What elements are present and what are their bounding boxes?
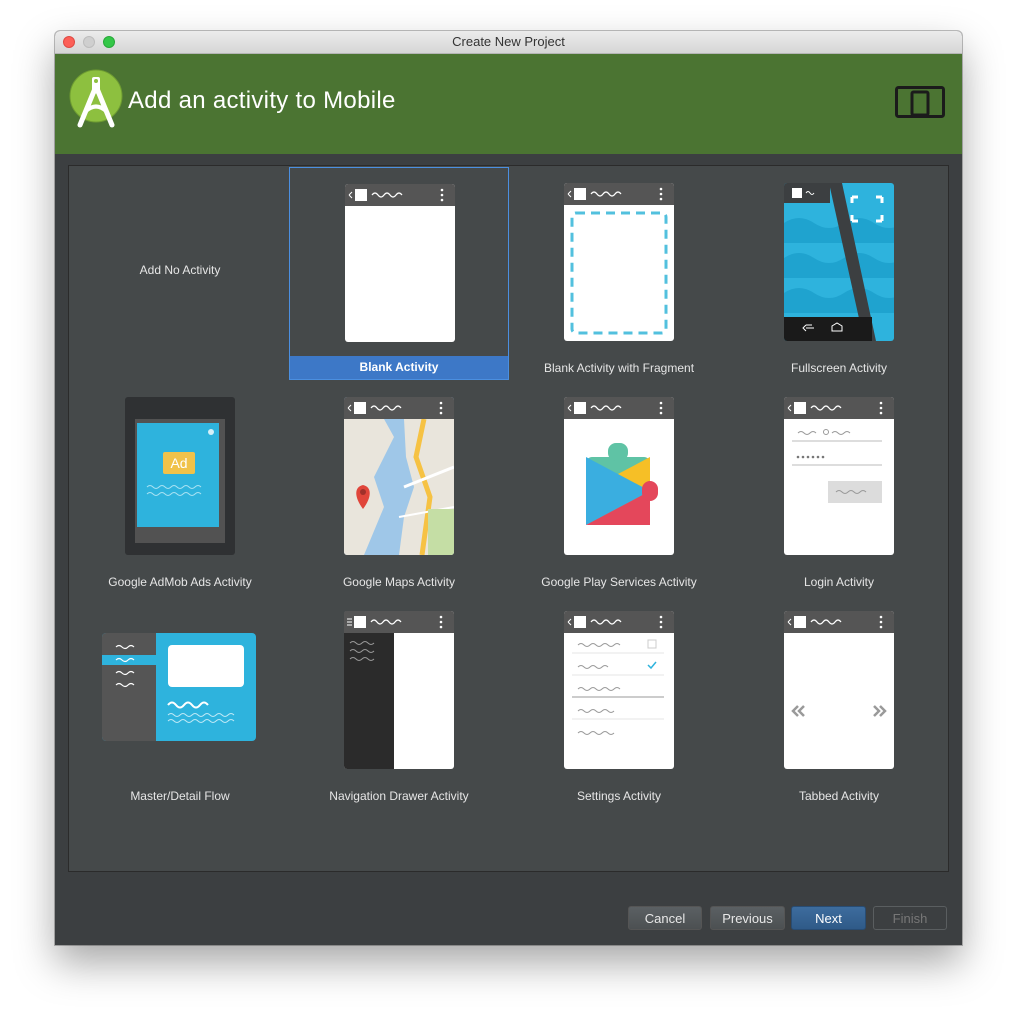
activity-tile-google-maps[interactable]: Google Maps Activity	[289, 381, 509, 594]
wizard-footer: Cancel Previous Next Finish	[55, 893, 962, 945]
master-detail-preview	[102, 633, 256, 741]
activity-tile-master-detail[interactable]: Master/Detail Flow	[70, 595, 290, 808]
activity-label: Google Play Services Activity	[541, 575, 697, 589]
page-title: Add an activity to Mobile	[128, 87, 396, 114]
activity-tile-navigation-drawer[interactable]: Navigation Drawer Activity	[289, 595, 509, 808]
activity-gallery: Add No Activity Blank Activity Blank Act…	[68, 165, 949, 872]
next-button[interactable]: Next	[791, 906, 866, 930]
phone-tablet-icon	[895, 86, 945, 118]
activity-label: Settings Activity	[576, 789, 662, 803]
activity-tile-play-services[interactable]: Google Play Services Activity	[509, 381, 729, 594]
activity-label: Navigation Drawer Activity	[329, 789, 469, 803]
tabbed-preview	[784, 611, 894, 769]
maps-preview	[344, 397, 454, 555]
activity-label: Google Maps Activity	[342, 575, 456, 589]
minimize-window-button[interactable]	[83, 36, 95, 48]
create-new-project-window: Create New Project Add an activity to Mo…	[55, 31, 962, 945]
activity-tile-blank-activity[interactable]: Blank Activity	[289, 167, 509, 380]
admob-preview: Ad	[125, 397, 235, 555]
activity-tile-settings[interactable]: Settings Activity	[509, 595, 729, 808]
play-services-preview	[564, 397, 674, 555]
activity-label: Master/Detail Flow	[130, 789, 230, 803]
activity-tile-admob[interactable]: Ad Google AdMob Ads Activity	[70, 381, 290, 594]
close-window-button[interactable]	[63, 36, 75, 48]
finish-button[interactable]: Finish	[873, 906, 947, 930]
activity-label: Blank Activity	[290, 356, 508, 379]
wizard-header: Add an activity to Mobile	[55, 54, 962, 154]
window-title: Create New Project	[452, 34, 565, 49]
activity-label: Blank Activity with Fragment	[543, 361, 695, 375]
activity-label: Tabbed Activity	[798, 789, 880, 803]
blank-activity-preview	[345, 184, 455, 342]
activity-tile-fullscreen[interactable]: Fullscreen Activity	[729, 167, 949, 380]
activity-tile-add-no-activity[interactable]: Add No Activity	[70, 167, 290, 380]
cancel-button[interactable]: Cancel	[628, 906, 702, 930]
activity-label: Fullscreen Activity	[790, 361, 888, 375]
settings-preview	[564, 611, 674, 769]
login-preview	[784, 397, 894, 555]
activity-tile-login[interactable]: Login Activity	[729, 381, 949, 594]
activity-tile-blank-fragment[interactable]: Blank Activity with Fragment	[509, 167, 729, 380]
navigation-drawer-preview	[344, 611, 454, 769]
previous-button[interactable]: Previous	[710, 906, 785, 930]
activity-label: Google AdMob Ads Activity	[108, 575, 252, 589]
activity-label: Login Activity	[803, 575, 875, 589]
android-studio-logo-icon	[69, 69, 123, 128]
activity-tile-tabbed[interactable]: Tabbed Activity	[729, 595, 949, 808]
maximize-window-button[interactable]	[103, 36, 115, 48]
title-bar: Create New Project	[55, 31, 962, 54]
ad-badge-text: Ad	[170, 455, 187, 471]
blank-fragment-preview	[564, 183, 674, 341]
activity-label: Add No Activity	[139, 263, 221, 277]
fullscreen-preview	[784, 183, 894, 341]
